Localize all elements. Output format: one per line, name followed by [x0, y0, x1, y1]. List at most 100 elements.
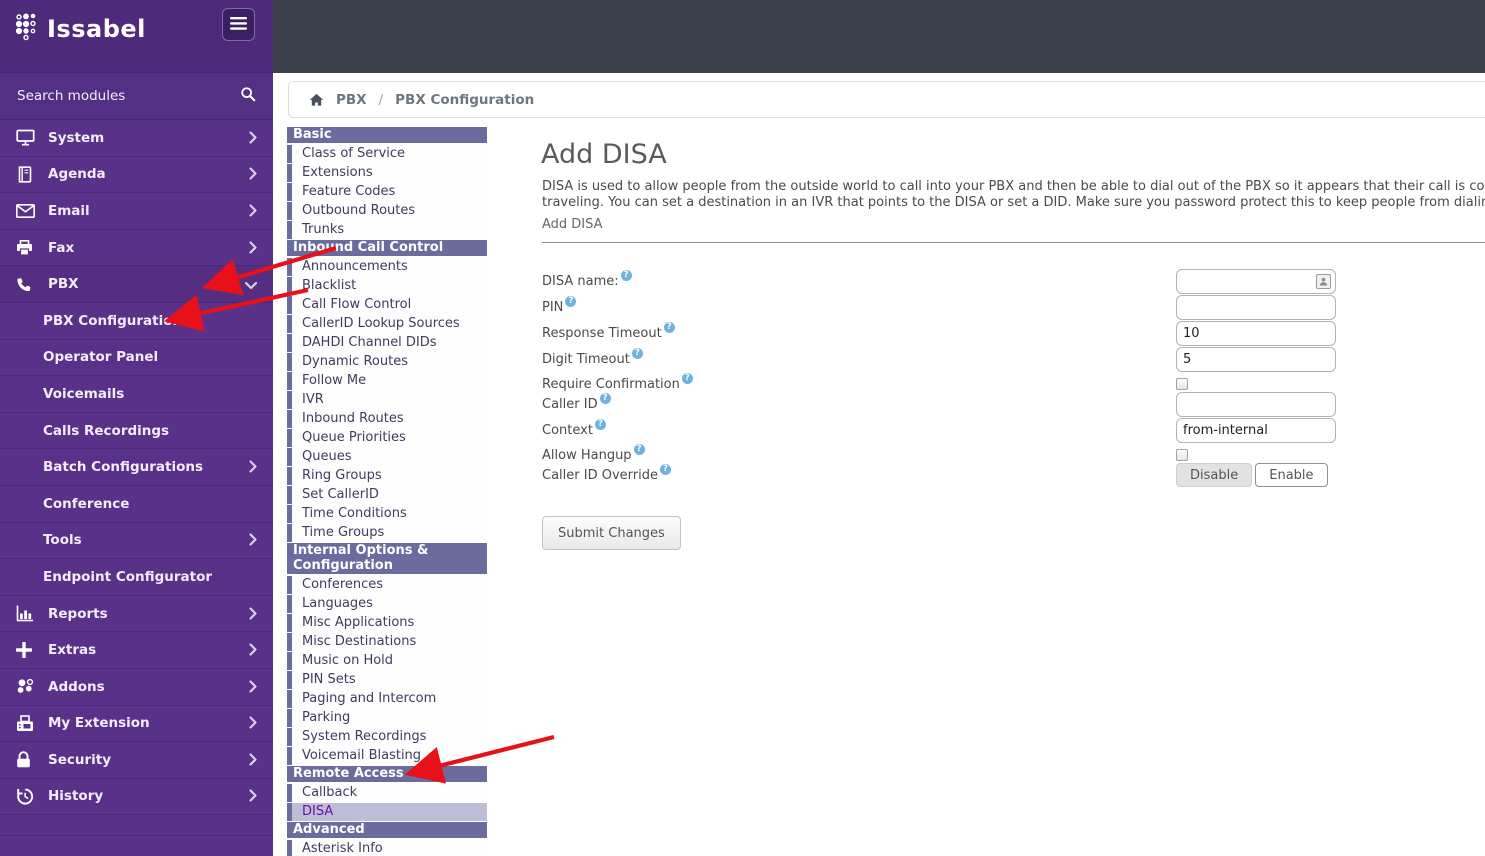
sidebar-item-pbx[interactable]: PBX	[0, 266, 273, 303]
breadcrumb-item-pbx[interactable]: PBX	[336, 92, 367, 108]
sidebar-subitem-voicemails[interactable]: Voicemails	[0, 376, 273, 413]
menu-item-music-on-hold[interactable]: Music on Hold	[287, 652, 487, 670]
caller-id-override-button-group: Disable Enable	[1176, 463, 1328, 487]
plus-icon	[16, 642, 40, 659]
disable-button[interactable]: Disable	[1176, 463, 1253, 487]
menu-item-queues[interactable]: Queues	[287, 448, 487, 466]
menu-item-feature-codes[interactable]: Feature Codes	[287, 183, 487, 201]
help-icon[interactable]: ?	[599, 392, 611, 404]
menu-item-system-recordings[interactable]: System Recordings	[287, 728, 487, 746]
context-input[interactable]	[1176, 417, 1336, 443]
help-icon[interactable]: ?	[633, 443, 645, 455]
sidebar-subitem-endpoint-configurator[interactable]: Endpoint Configurator	[0, 559, 273, 596]
help-icon[interactable]: ?	[631, 347, 643, 359]
menu-section-internal-options-configuration: Internal Options & Configuration	[287, 543, 487, 574]
issabel-logo[interactable]: Issabel	[15, 12, 146, 45]
caller-id-input[interactable]	[1176, 391, 1336, 417]
menu-item-blacklist[interactable]: Blacklist	[287, 277, 487, 295]
menu-item-disa[interactable]: DISA	[287, 803, 487, 821]
menu-item-ring-groups[interactable]: Ring Groups	[287, 467, 487, 485]
sidebar-subitem-label: Conference	[43, 495, 130, 512]
sidebar-toggle-button[interactable]	[222, 8, 255, 41]
breadcrumb-item-pbx-configuration[interactable]: PBX Configuration	[395, 92, 534, 108]
enable-button[interactable]: Enable	[1255, 463, 1328, 487]
sidebar-subitem-tools[interactable]: Tools	[0, 522, 273, 560]
sidebar-item-label: Email	[48, 202, 90, 219]
sidebar-item-history[interactable]: History	[0, 779, 273, 816]
field-label-text: Response Timeout	[542, 325, 662, 341]
sidebar-subitem-label: PBX Configuration	[43, 312, 183, 329]
help-icon[interactable]: ?	[659, 463, 671, 475]
disa-name-input[interactable]	[1176, 268, 1336, 294]
sidebar-item-extras[interactable]: Extras	[0, 632, 273, 669]
field-label: PIN?	[542, 295, 1176, 315]
menu-item-languages[interactable]: Languages	[287, 595, 487, 613]
require-confirmation-checkbox[interactable]	[1176, 378, 1188, 390]
menu-item-callback[interactable]: Callback	[287, 784, 487, 802]
menu-item-misc-applications[interactable]: Misc Applications	[287, 614, 487, 632]
menu-item-dahdi-channel-dids[interactable]: DAHDI Channel DIDs	[287, 334, 487, 352]
field-label-text: Caller ID Override	[542, 467, 658, 483]
sidebar-item-security[interactable]: Security	[0, 742, 273, 779]
menu-item-callerid-lookup-sources[interactable]: CallerID Lookup Sources	[287, 315, 487, 333]
sidebar-item-reports[interactable]: Reports	[0, 596, 273, 633]
input-autofill-icon[interactable]	[1316, 273, 1331, 289]
menu-section-remote-access: Remote Access	[287, 766, 487, 782]
help-icon[interactable]: ?	[681, 372, 693, 384]
sidebar-subitem-conference[interactable]: Conference	[0, 485, 273, 523]
menu-item-outbound-routes[interactable]: Outbound Routes	[287, 202, 487, 220]
digit-timeout-input[interactable]	[1176, 346, 1336, 372]
sidebar-subitem-pbx-configuration[interactable]: PBX Configuration	[0, 302, 273, 340]
menu-item-misc-destinations[interactable]: Misc Destinations	[287, 633, 487, 651]
sidebar-item-system[interactable]: System	[0, 120, 273, 157]
sidebar-item-email[interactable]: Email	[0, 193, 273, 230]
chevron-right-icon	[249, 677, 257, 696]
menu-item-queue-priorities[interactable]: Queue Priorities	[287, 429, 487, 447]
help-icon[interactable]: ?	[565, 295, 577, 307]
sidebar-subitem-batch-configurations[interactable]: Batch Configurations	[0, 449, 273, 486]
help-icon[interactable]: ?	[620, 269, 632, 281]
help-icon[interactable]: ?	[663, 321, 675, 333]
menu-item-ivr[interactable]: IVR	[287, 391, 487, 409]
printer-icon	[16, 239, 40, 256]
menu-item-pin-sets[interactable]: PIN Sets	[287, 671, 487, 689]
allow-hangup-checkbox[interactable]	[1176, 449, 1188, 461]
submit-changes-button[interactable]: Submit Changes	[542, 516, 681, 550]
menu-item-extensions[interactable]: Extensions	[287, 164, 487, 182]
chevron-right-icon	[249, 238, 257, 257]
chevron-right-icon	[249, 165, 257, 184]
page-description-line2: traveling. You can set a destination in …	[542, 195, 1485, 210]
help-icon[interactable]: ?	[594, 418, 606, 430]
pin-input[interactable]	[1176, 294, 1336, 320]
envelope-icon	[16, 203, 40, 218]
lock-icon	[16, 751, 40, 768]
menu-item-conferences[interactable]: Conferences	[287, 576, 487, 594]
menu-item-trunks[interactable]: Trunks	[287, 221, 487, 239]
sidebar-item-my-extension[interactable]: My Extension	[0, 706, 273, 743]
chevron-right-icon	[249, 750, 257, 769]
sidebar-item-fax[interactable]: Fax	[0, 230, 273, 267]
menu-item-class-of-service[interactable]: Class of Service	[287, 145, 487, 163]
menu-item-time-groups[interactable]: Time Groups	[287, 524, 487, 542]
menu-item-dynamic-routes[interactable]: Dynamic Routes	[287, 353, 487, 371]
menu-item-voicemail-blasting[interactable]: Voicemail Blasting	[287, 747, 487, 765]
sidebar-subitem-operator-panel[interactable]: Operator Panel	[0, 339, 273, 377]
sidebar-item-agenda[interactable]: Agenda	[0, 157, 273, 194]
search-modules-input[interactable]: Search modules	[0, 73, 273, 120]
menu-item-set-callerid[interactable]: Set CallerID	[287, 486, 487, 504]
sidebar-item-label: Addons	[48, 678, 105, 695]
sidebar-subitem-calls-recordings[interactable]: Calls Recordings	[0, 412, 273, 450]
menu-item-announcements[interactable]: Announcements	[287, 258, 487, 276]
sidebar-item-addons[interactable]: Addons	[0, 669, 273, 706]
page-title: Add DISA	[541, 139, 667, 170]
menu-item-parking[interactable]: Parking	[287, 709, 487, 727]
menu-item-follow-me[interactable]: Follow Me	[287, 372, 487, 390]
menu-item-paging-and-intercom[interactable]: Paging and Intercom	[287, 690, 487, 708]
menu-item-asterisk-info[interactable]: Asterisk Info	[287, 840, 487, 856]
home-icon[interactable]	[309, 93, 324, 107]
response-timeout-input[interactable]	[1176, 320, 1336, 346]
field-label-text: Allow Hangup	[542, 447, 632, 463]
menu-item-time-conditions[interactable]: Time Conditions	[287, 505, 487, 523]
menu-item-call-flow-control[interactable]: Call Flow Control	[287, 296, 487, 314]
menu-item-inbound-routes[interactable]: Inbound Routes	[287, 410, 487, 428]
